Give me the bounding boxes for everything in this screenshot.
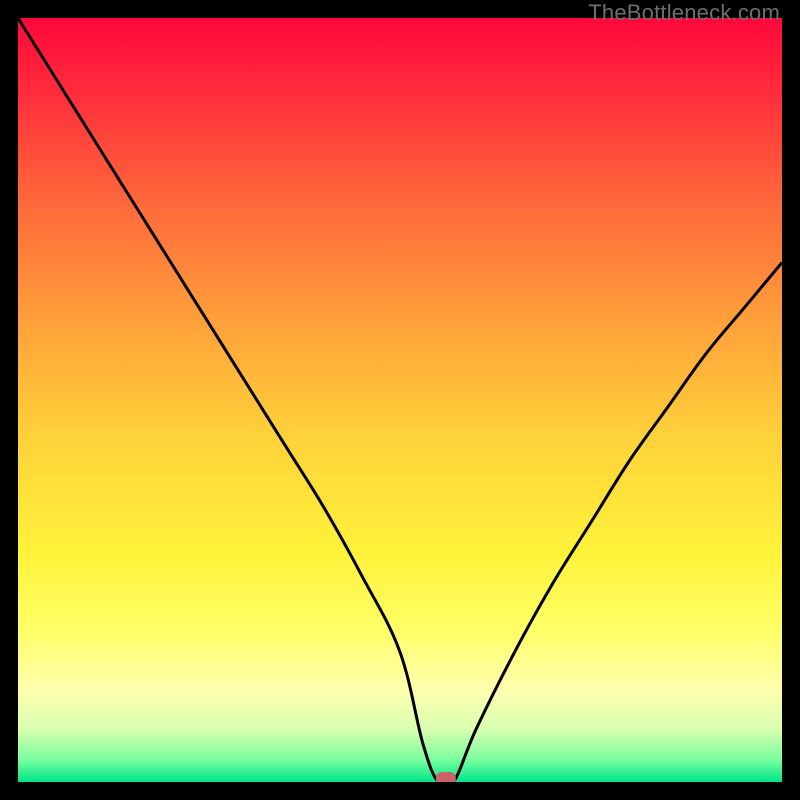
- plot-area: [18, 18, 782, 782]
- gradient-background: [18, 18, 782, 782]
- chart-frame: TheBottleneck.com: [0, 0, 800, 800]
- bottleneck-chart: [18, 18, 782, 782]
- minimum-marker: [436, 772, 456, 782]
- watermark-text: TheBottleneck.com: [588, 0, 780, 26]
